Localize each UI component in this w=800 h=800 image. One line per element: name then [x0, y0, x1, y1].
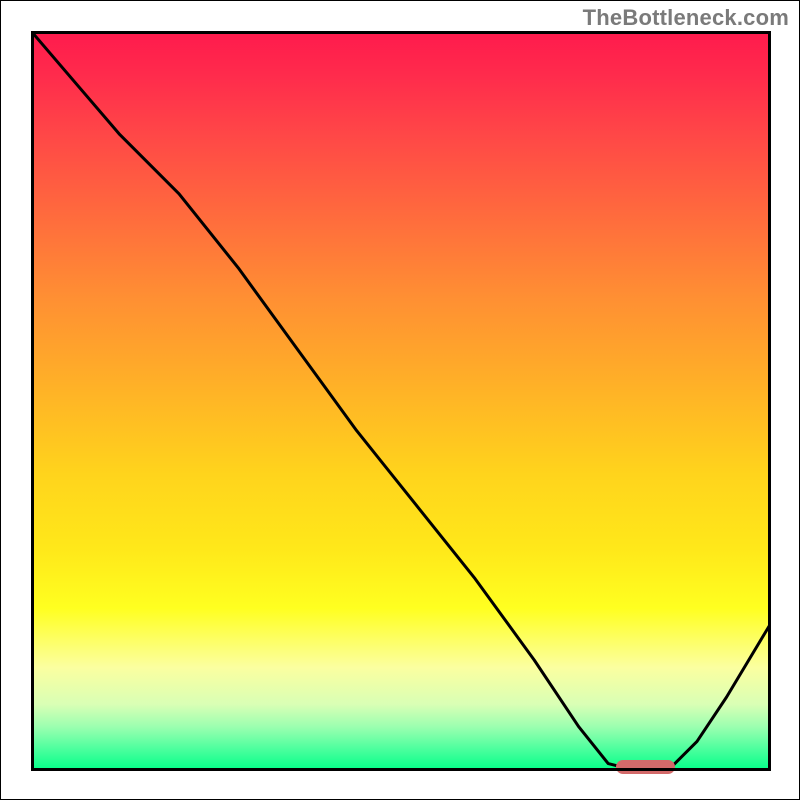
outer-frame: TheBottleneck.com: [0, 0, 800, 800]
watermark-text: TheBottleneck.com: [583, 5, 789, 31]
bottleneck-curve: [31, 31, 771, 771]
curve-path: [31, 31, 771, 771]
plot-area: [31, 31, 771, 771]
optimal-marker: [616, 760, 675, 774]
